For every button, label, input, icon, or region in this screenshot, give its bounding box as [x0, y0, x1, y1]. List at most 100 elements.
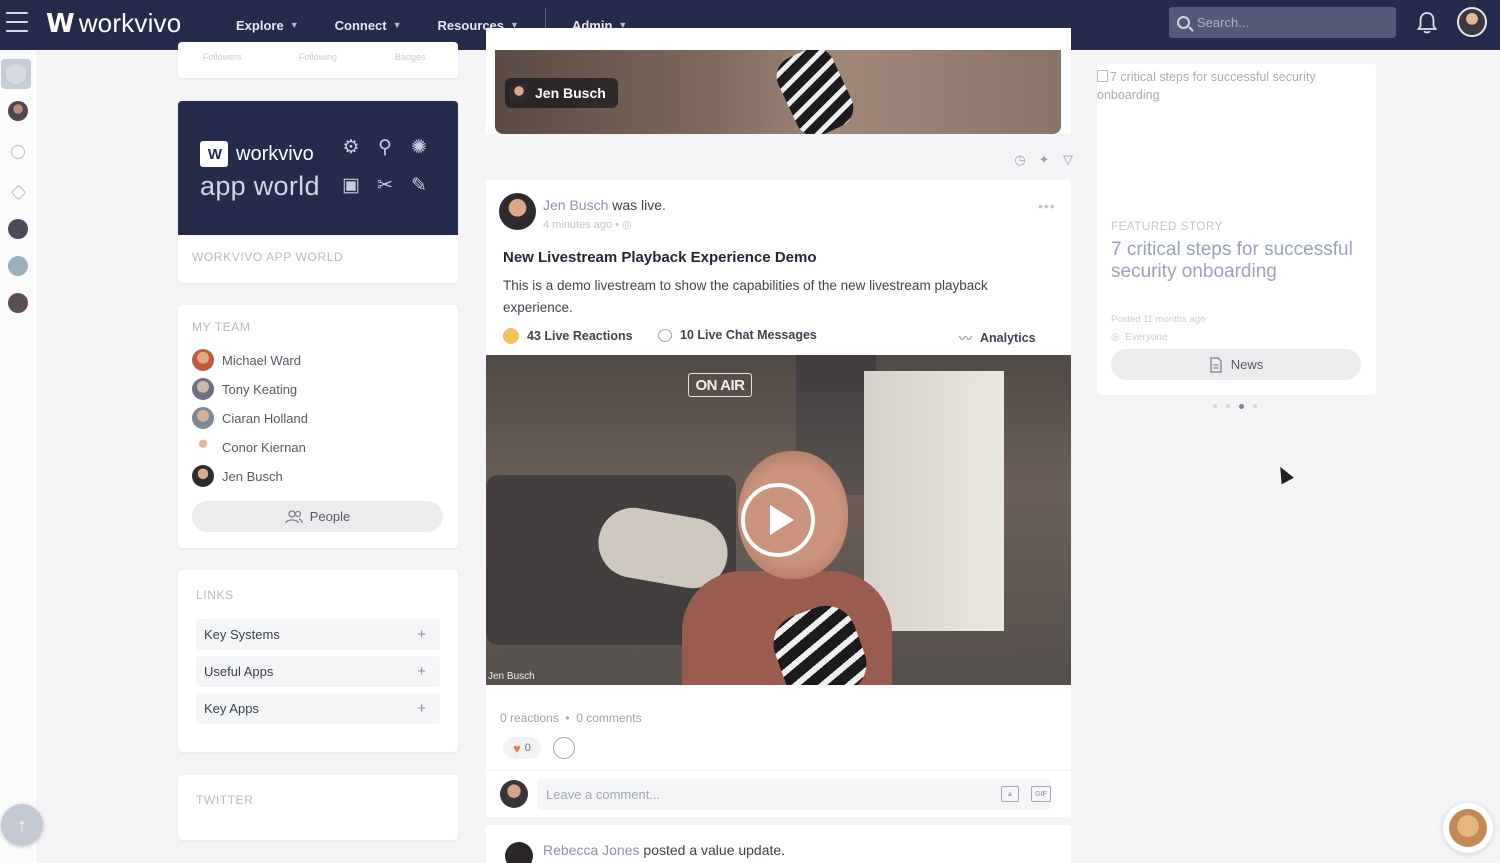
- dot-separator: •: [562, 711, 577, 725]
- space-icon: [8, 219, 28, 239]
- audience-label: Everyone: [1125, 332, 1168, 343]
- rail-home-button[interactable]: [1, 59, 31, 89]
- link-key-systems[interactable]: Key Systems +: [196, 619, 440, 650]
- more-options-icon[interactable]: •••: [1038, 198, 1056, 214]
- search-input[interactable]: [1197, 15, 1387, 30]
- pin-icon[interactable]: ✦: [1036, 152, 1052, 168]
- avatar: [192, 407, 214, 429]
- links-card: LINKS Key Systems + Useful Apps + Key Apps…: [178, 570, 458, 752]
- image-upload-icon[interactable]: ▲: [1001, 786, 1019, 802]
- following-label[interactable]: Following: [299, 52, 337, 62]
- rail-space-1-button[interactable]: [4, 215, 32, 243]
- gear-icon: ✺: [411, 137, 427, 158]
- app-world-card[interactable]: W workvivo app world ⚙ ⚲ ✺ ▣ ✂ ✎ WORKVIV…: [178, 101, 458, 283]
- profile-stats-card: Followers Following Badges: [178, 42, 458, 78]
- team-member[interactable]: Conor Kiernan: [192, 436, 306, 458]
- featured-story-card[interactable]: 7 critical steps for successful security…: [1097, 64, 1376, 395]
- author-avatar[interactable]: [505, 842, 533, 863]
- post-header: Jen Busch was live.: [543, 197, 666, 213]
- badges-label[interactable]: Badges: [395, 52, 426, 62]
- quick-action-button[interactable]: ↑: [1, 804, 43, 846]
- notifications-bell-icon[interactable]: [1416, 11, 1438, 35]
- carousel-dot[interactable]: [1226, 404, 1230, 408]
- workvivo-logo[interactable]: W workvivo: [46, 8, 181, 39]
- play-button[interactable]: [741, 483, 815, 557]
- previous-post-video: Jen Busch: [486, 28, 1071, 134]
- workvivo-logo-mark: W: [200, 141, 228, 167]
- carousel-dot[interactable]: [1213, 404, 1217, 408]
- add-reaction-icon[interactable]: [553, 737, 575, 759]
- post-action: posted a value update.: [643, 842, 786, 858]
- document-icon: [1210, 356, 1222, 373]
- nav-connect[interactable]: Connect ▼: [335, 18, 402, 33]
- reaction-row: ♥ 0: [503, 737, 575, 759]
- plus-icon[interactable]: +: [417, 663, 426, 680]
- link-label: Useful Apps: [204, 664, 274, 679]
- rail-layers-button[interactable]: [4, 178, 32, 206]
- team-member[interactable]: Jen Busch: [192, 465, 283, 487]
- team-member[interactable]: Michael Ward: [192, 349, 301, 371]
- user-avatar[interactable]: [1457, 7, 1487, 37]
- live-chat-label: 10 Live Chat Messages: [680, 328, 817, 342]
- live-reactions-stat[interactable]: 43 Live Reactions: [503, 328, 633, 344]
- link-label: Key Apps: [204, 701, 259, 716]
- search-icon: ⚲: [378, 137, 392, 158]
- featured-story-kicker: FEATURED STORY: [1111, 221, 1223, 233]
- analytics-link[interactable]: 〰 Analytics: [959, 328, 1036, 347]
- chevron-down-icon: ▼: [392, 20, 402, 30]
- comment-input[interactable]: [537, 779, 1050, 810]
- team-member[interactable]: Tony Keating: [192, 378, 297, 400]
- video-player[interactable]: ON AIR Jen Busch: [486, 355, 1071, 685]
- nav-explore[interactable]: Explore ▼: [236, 18, 299, 33]
- rail-activity-button[interactable]: [4, 138, 32, 166]
- team-member[interactable]: Ciaran Holland: [192, 407, 308, 429]
- clock-icon: [11, 145, 25, 159]
- app-world-brand: workvivo: [236, 143, 314, 165]
- team-member-name: Conor Kiernan: [222, 439, 306, 455]
- gif-icon[interactable]: GIF: [1031, 786, 1051, 802]
- rail-space-2-button[interactable]: [4, 252, 32, 280]
- news-button[interactable]: News: [1111, 349, 1361, 380]
- team-member-name: Michael Ward: [222, 352, 301, 368]
- assistant-button[interactable]: [1443, 803, 1493, 853]
- post-author-link[interactable]: Rebecca Jones: [543, 842, 640, 858]
- globe-icon: ◎: [1111, 332, 1120, 343]
- commenter-avatar: [500, 780, 528, 808]
- featured-story-title[interactable]: 7 critical steps for successful security…: [1111, 239, 1361, 283]
- filter-icon[interactable]: ▽: [1060, 152, 1076, 168]
- link-key-apps[interactable]: Key Apps +: [196, 693, 440, 724]
- people-button[interactable]: People: [192, 501, 443, 532]
- video-thumbnail[interactable]: Jen Busch: [495, 50, 1061, 134]
- post-author-link[interactable]: Jen Busch: [543, 197, 608, 213]
- live-chat-stat[interactable]: 10 Live Chat Messages: [658, 328, 817, 342]
- rail-profile-button[interactable]: [4, 97, 32, 125]
- nav-explore-label: Explore: [236, 17, 284, 33]
- carousel-dot[interactable]: [1253, 404, 1257, 408]
- carousel-dot-active[interactable]: [1239, 404, 1244, 409]
- layers-icon: [10, 184, 26, 200]
- featured-story-image[interactable]: 7 critical steps for successful security…: [1097, 68, 1357, 104]
- featured-story-posted: Posted 11 months ago: [1111, 314, 1206, 325]
- plus-icon[interactable]: +: [417, 700, 426, 717]
- post-meta: 4 minutes ago • ◎: [543, 218, 632, 231]
- comments-count[interactable]: 0 comments: [576, 711, 641, 725]
- author-avatar[interactable]: [499, 193, 536, 230]
- plus-icon[interactable]: +: [417, 626, 426, 643]
- link-useful-apps[interactable]: Useful Apps +: [196, 656, 440, 687]
- followers-label[interactable]: Followers: [203, 52, 242, 62]
- carousel-pagination: [1213, 404, 1266, 409]
- livestream-host-tag: Jen Busch: [505, 78, 618, 108]
- rail-space-3-button[interactable]: [4, 289, 32, 317]
- chat-bubble-icon: [658, 328, 672, 342]
- avatar: [192, 349, 214, 371]
- clock-icon[interactable]: ◷: [1012, 152, 1028, 168]
- team-member-name: Tony Keating: [222, 381, 298, 397]
- team-member-name: Ciaran Holland: [222, 410, 308, 426]
- heart-reaction-button[interactable]: ♥ 0: [503, 737, 541, 759]
- left-rail: [0, 50, 38, 863]
- menu-icon[interactable]: [6, 12, 28, 32]
- globe-icon: ◎: [622, 219, 632, 231]
- reactions-count[interactable]: 0 reactions: [500, 711, 559, 725]
- search-box[interactable]: [1169, 7, 1396, 38]
- chevron-down-icon: ▼: [289, 20, 299, 30]
